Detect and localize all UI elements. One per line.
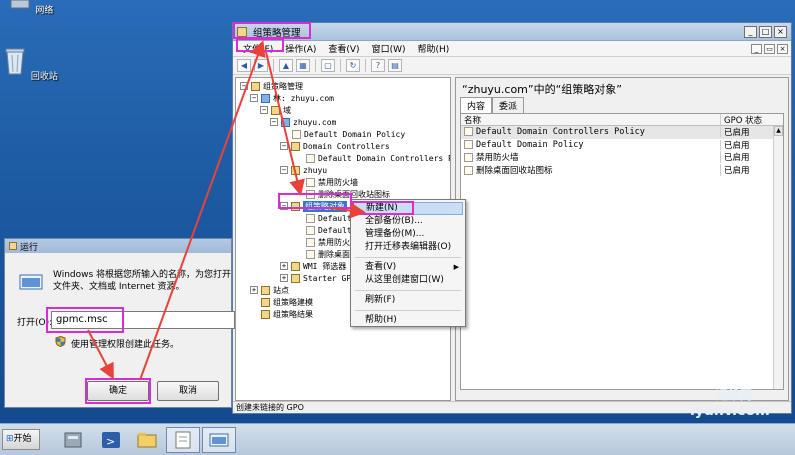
arrow-gpo-to-new	[329, 202, 366, 219]
watermark-line1: 运维网	[716, 388, 753, 402]
annotation-arrows	[87, 40, 366, 381]
arrow-ok-to-window	[139, 40, 266, 381]
watermark-line2: iyunv.com	[690, 403, 770, 419]
arrow-file-to-gpo	[265, 51, 305, 196]
arrow-input-to-ok	[87, 329, 114, 380]
watermark: 运维网 iyunv.com	[690, 386, 790, 426]
